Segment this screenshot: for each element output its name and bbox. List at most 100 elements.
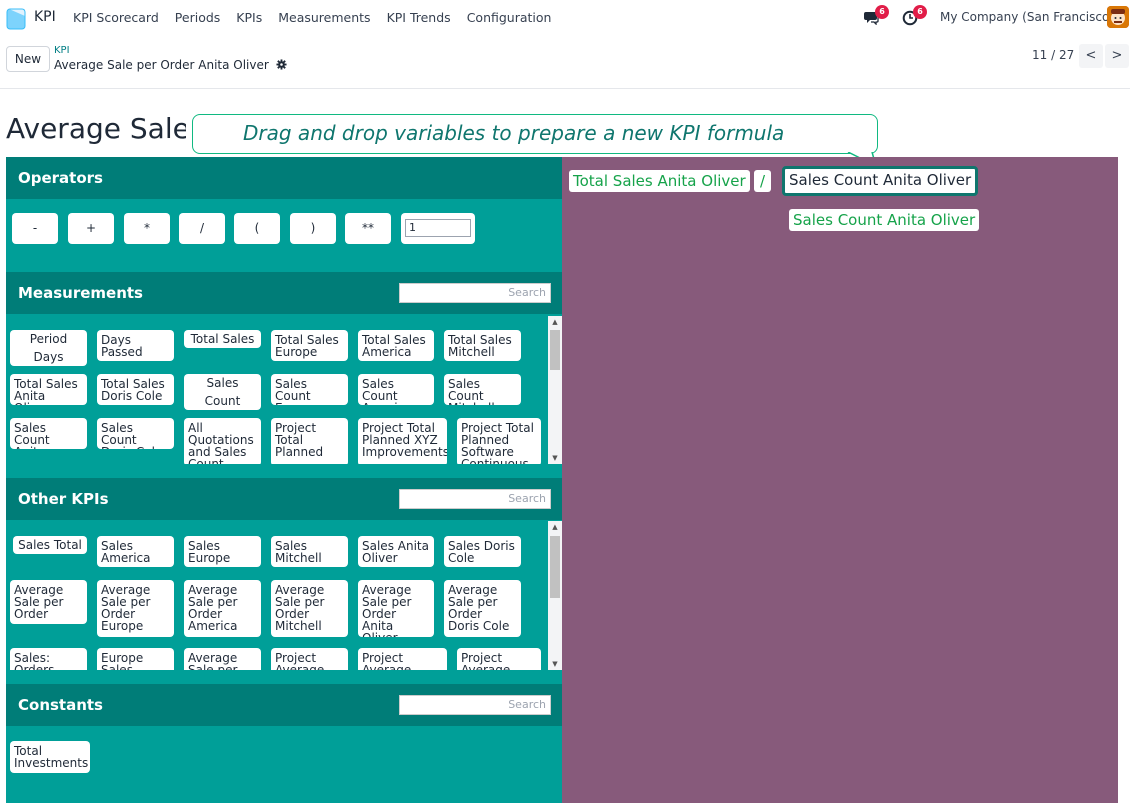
pager-previous-button[interactable]: < xyxy=(1079,44,1103,68)
menu-kpi-trends[interactable]: KPI Trends xyxy=(387,10,451,25)
operator-multiply-button[interactable]: * xyxy=(124,213,170,244)
scroll-down-arrow-icon[interactable]: ▼ xyxy=(548,452,562,464)
app-name[interactable]: KPI xyxy=(34,9,56,25)
kpi-item[interactable]: Project Average Days xyxy=(457,648,541,670)
kpi-item[interactable]: Sales Anita Oliver xyxy=(358,536,434,567)
breadcrumb-current: Average Sale per Order Anita Oliver xyxy=(54,58,287,72)
menu-measurements[interactable]: Measurements xyxy=(278,10,370,25)
measurement-item[interactable]: Project Total Planned xyxy=(271,418,348,464)
measurement-item[interactable]: Sales Count Europe xyxy=(271,374,348,405)
formula-drop-zone[interactable]: Total Sales Anita Oliver / Sales Count A… xyxy=(562,157,1118,803)
measurement-item[interactable]: Total Sales America xyxy=(358,330,434,361)
constant-item[interactable]: Total Investments xyxy=(10,741,90,773)
kpi-item[interactable]: Average Sale per Order Doris Cole xyxy=(444,580,521,637)
avatar-face-icon xyxy=(1107,6,1129,28)
other-kpis-scroll-thumb[interactable] xyxy=(550,536,560,598)
measurements-scroll-thumb[interactable] xyxy=(550,330,560,370)
kpi-item[interactable]: Sales: Orders xyxy=(10,648,87,670)
kpi-item[interactable]: Sales Total xyxy=(13,536,87,554)
measurement-item[interactable]: Total Sales Mitchell xyxy=(444,330,521,361)
page-title: Average Sale per Order Anita Oliver xyxy=(6,112,186,145)
kpi-item[interactable]: Sales Europe xyxy=(184,536,261,567)
breadcrumb-current-label: Average Sale per Order Anita Oliver xyxy=(54,58,269,72)
top-navbar: KPI KPI Scorecard Periods KPIs Measureme… xyxy=(0,0,1130,36)
kpi-item[interactable]: Project Average xyxy=(271,648,348,670)
kpi-item[interactable]: Average Sale per Order Anita Oliver xyxy=(358,580,434,637)
variables-panel: Operators - + * / ( ) ** 1 Measurements … xyxy=(6,157,562,803)
main-menu: KPI Scorecard Periods KPIs Measurements … xyxy=(73,10,567,25)
measurement-item[interactable]: Sales Count xyxy=(184,374,261,410)
kpi-item[interactable]: Europe Sales Share xyxy=(97,648,174,670)
menu-configuration[interactable]: Configuration xyxy=(467,10,552,25)
measurement-item[interactable]: Total Sales Europe xyxy=(271,330,348,361)
menu-kpi-scorecard[interactable]: KPI Scorecard xyxy=(73,10,159,25)
formula-token-selected[interactable]: Sales Count Anita Oliver xyxy=(782,166,979,196)
scroll-up-arrow-icon[interactable]: ▲ xyxy=(548,521,562,533)
measurements-scrollbar[interactable]: ▲ ▼ xyxy=(548,316,562,464)
menu-kpis[interactable]: KPIs xyxy=(236,10,262,25)
measurement-item[interactable]: Sales Count Anita Oliver xyxy=(10,418,87,449)
measurement-item[interactable]: Sales Count Doris Cole xyxy=(97,418,174,449)
kpi-app-icon[interactable] xyxy=(6,6,28,30)
kpi-item[interactable]: Average Sale per xyxy=(184,648,261,670)
operator-plus-button[interactable]: + xyxy=(68,213,114,244)
measurement-item[interactable]: Total Sales Doris Cole xyxy=(97,374,174,405)
measurement-item[interactable]: Project Total Planned Software Continuou… xyxy=(457,418,541,464)
other-kpis-list: Sales Total Sales America Sales Europe S… xyxy=(6,521,548,670)
pager-value[interactable]: 11 / 27 xyxy=(1032,48,1074,62)
activities-badge: 6 xyxy=(913,5,927,19)
measurements-title: Measurements xyxy=(18,284,143,302)
formula-token[interactable]: Total Sales Anita Oliver xyxy=(569,170,750,192)
number-constant-input[interactable]: 1 xyxy=(405,219,471,237)
dragging-variable-chip[interactable]: Sales Count Anita Oliver xyxy=(789,209,980,231)
operator-open-paren-button[interactable]: ( xyxy=(234,213,280,244)
measurement-item[interactable]: Sales Count Mitchell xyxy=(444,374,521,405)
constants-search-input[interactable]: Search xyxy=(399,695,551,715)
operators-title: Operators xyxy=(18,169,103,187)
scroll-up-arrow-icon[interactable]: ▲ xyxy=(548,316,562,328)
other-kpis-search-input[interactable]: Search xyxy=(399,489,551,509)
messages-badge: 6 xyxy=(875,5,889,19)
user-avatar[interactable] xyxy=(1107,6,1129,28)
other-kpis-header: Other KPIs Search xyxy=(6,478,562,520)
breadcrumb-parent[interactable]: KPI xyxy=(54,45,70,56)
kpi-item[interactable]: Average Sale per Order Europe xyxy=(97,580,174,637)
formula-operator-token[interactable]: / xyxy=(754,170,771,192)
measurement-item[interactable]: Days Passed xyxy=(97,330,174,361)
operators-header: Operators xyxy=(6,157,562,199)
menu-periods[interactable]: Periods xyxy=(175,10,221,25)
kpi-item[interactable]: Sales Mitchell xyxy=(271,536,348,567)
measurement-item[interactable]: Total Sales Anita Oliver xyxy=(10,374,87,405)
company-switcher[interactable]: My Company (San Francisco) xyxy=(940,10,1114,24)
tooltip-text: Drag and drop variables to prepare a new… xyxy=(243,121,785,145)
new-button[interactable]: New xyxy=(6,46,50,72)
measurement-item[interactable]: All Quotations and Sales Count xyxy=(184,418,261,464)
measurement-item[interactable]: Sales Count America xyxy=(358,374,434,405)
measurement-item[interactable]: Period Days xyxy=(10,330,87,366)
measurements-list: Period Days Days Passed Total Sales Tota… xyxy=(6,316,548,464)
operator-minus-button[interactable]: - xyxy=(12,213,58,244)
pager-next-button[interactable]: > xyxy=(1105,44,1129,68)
constants-header: Constants Search xyxy=(6,684,562,726)
kpi-item[interactable]: Average Sale per Order xyxy=(10,580,87,624)
other-kpis-scrollbar[interactable]: ▲ ▼ xyxy=(548,521,562,670)
formula-tooltip: Drag and drop variables to prepare a new… xyxy=(192,114,878,154)
constants-title: Constants xyxy=(18,696,103,714)
kpi-item[interactable]: Sales America xyxy=(97,536,174,567)
scroll-down-arrow-icon[interactable]: ▼ xyxy=(548,658,562,670)
operator-divide-button[interactable]: / xyxy=(179,213,225,244)
operator-power-button[interactable]: ** xyxy=(345,213,391,244)
measurement-item[interactable]: Project Total Planned XYZ Improvements xyxy=(358,418,447,464)
control-panel-divider xyxy=(0,88,1130,89)
gear-icon[interactable] xyxy=(276,59,287,70)
operator-close-paren-button[interactable]: ) xyxy=(290,213,336,244)
number-constant-chip[interactable]: 1 xyxy=(401,213,475,244)
kpi-item[interactable]: Project Average Days xyxy=(358,648,447,670)
measurement-item[interactable]: Total Sales xyxy=(184,330,261,348)
measurements-search-input[interactable]: Search xyxy=(399,283,551,303)
kpi-item[interactable]: Average Sale per Order Mitchell xyxy=(271,580,348,637)
measurements-header: Measurements Search xyxy=(6,272,562,314)
kpi-item[interactable]: Sales Doris Cole xyxy=(444,536,521,567)
kpi-item[interactable]: Average Sale per Order America xyxy=(184,580,261,637)
other-kpis-title: Other KPIs xyxy=(18,490,109,508)
